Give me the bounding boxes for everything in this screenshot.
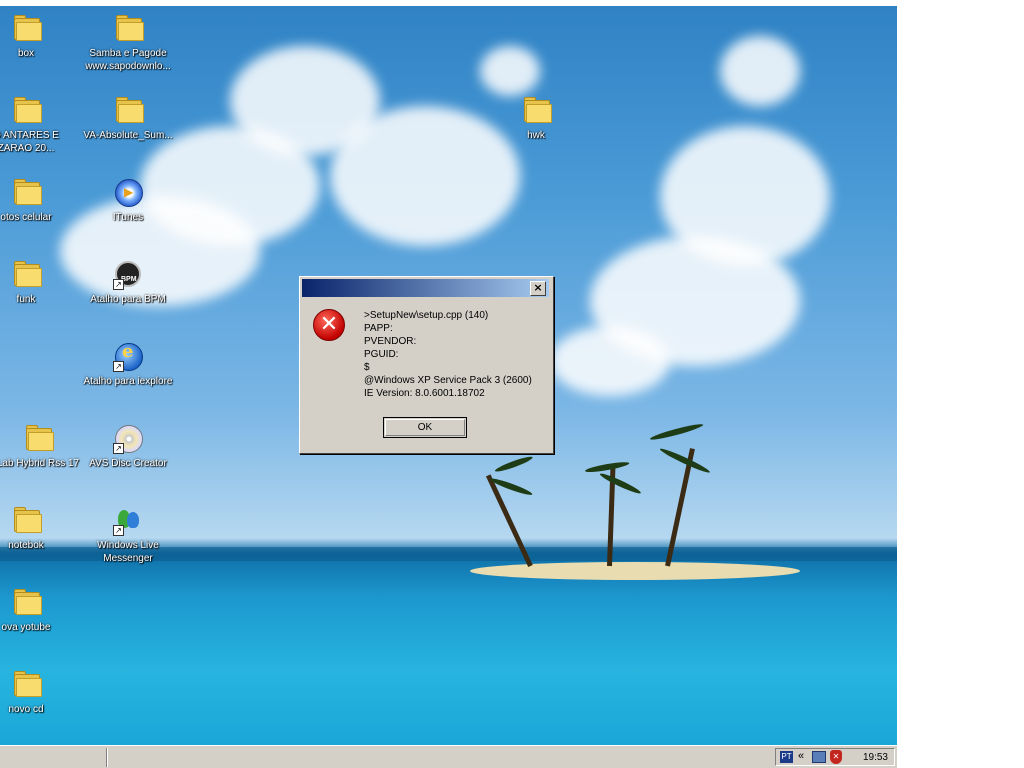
ok-button-label: OK xyxy=(417,422,433,433)
desktop-icon-messenger[interactable]: ↗ Windows Live Messenger xyxy=(78,504,178,565)
icon-label: novo cd xyxy=(8,704,44,715)
folder-icon xyxy=(10,258,42,290)
desktop-icon-samba[interactable]: Samba e Pagode www.sapodownlo... xyxy=(78,12,178,73)
icon-label: Samba e Pagode www.sapodownlo... xyxy=(85,48,171,72)
tray-expand-button[interactable]: « xyxy=(798,750,804,762)
itunes-icon: ▶ xyxy=(112,176,144,208)
icon-label: Atalho para iexplore xyxy=(83,376,173,387)
icon-label: O ANTARES E ZARAO 20... xyxy=(0,130,59,154)
palm-leaf xyxy=(598,471,643,496)
messenger-icon: ↗ xyxy=(112,504,144,536)
icon-label: ova yotube xyxy=(1,622,51,633)
desktop-icon-va-absolute[interactable]: VA-Absolute_Sum... xyxy=(78,94,178,142)
clock[interactable]: 19:53 xyxy=(863,751,888,764)
message-line: IE Version: 8.0.6001.18702 xyxy=(364,388,485,399)
ie-icon: e ↗ xyxy=(112,340,144,372)
shortcut-arrow-icon: ↗ xyxy=(113,361,124,372)
cloud xyxy=(550,326,670,396)
icon-label: Lab Hybrid Rss 17 xyxy=(0,458,80,469)
desktop-icon-hwk[interactable]: hwk xyxy=(486,94,586,142)
desktop-icon-notebok[interactable]: notebok xyxy=(0,504,76,552)
message-line: >SetupNew\setup.cpp (140) xyxy=(364,310,489,321)
close-button[interactable]: × xyxy=(530,281,546,296)
desktop-icon-avs-disc[interactable]: ↗ AVS Disc Creator xyxy=(78,422,178,470)
cloud xyxy=(720,36,800,106)
language-indicator[interactable]: PT xyxy=(780,751,793,763)
icon-label: funk xyxy=(16,294,36,305)
shortcut-arrow-icon: ↗ xyxy=(113,525,124,536)
desktop-icon-antares[interactable]: O ANTARES E ZARAO 20... xyxy=(0,94,76,155)
desktop-icon-box[interactable]: box xyxy=(0,12,76,60)
dialog-message: >SetupNew\setup.cpp (140) PAPP: PVENDOR:… xyxy=(364,309,549,400)
desktop-icon-iexplore[interactable]: e ↗ Atalho para iexplore xyxy=(78,340,178,388)
icon-label: AVS Disc Creator xyxy=(89,458,167,469)
desktop-icon-lab-hybrid[interactable]: Lab Hybrid Rss 17 xyxy=(0,422,88,470)
desktop-icon-nova-yotube[interactable]: ova yotube xyxy=(0,586,76,634)
error-icon: ✕ xyxy=(313,309,345,341)
shortcut-arrow-icon: ↗ xyxy=(113,279,124,290)
message-line: PAPP: xyxy=(364,323,393,334)
shortcut-arrow-icon: ↗ xyxy=(113,443,124,454)
folder-icon xyxy=(10,668,42,700)
desktop-icon-itunes[interactable]: ▶ ITunes xyxy=(78,176,178,224)
desktop-icon-fotos-celular[interactable]: otos celular xyxy=(0,176,76,224)
start-button[interactable] xyxy=(0,748,107,767)
island xyxy=(470,562,800,580)
desktop-icon-novo-cd[interactable]: novo cd xyxy=(0,668,76,716)
icon-label: Windows Live Messenger xyxy=(97,540,159,564)
network-icon[interactable] xyxy=(812,751,826,763)
icon-label: box xyxy=(17,48,35,59)
cloud xyxy=(480,46,540,96)
folder-icon xyxy=(520,94,552,126)
message-line: $ xyxy=(364,362,370,373)
palm-leaf xyxy=(649,421,704,442)
folder-icon xyxy=(22,422,54,454)
disc-icon: ↗ xyxy=(112,422,144,454)
system-tray: PT « ✕ 19:53 xyxy=(775,748,895,766)
icon-label: notebok xyxy=(8,540,44,551)
icon-label: VA-Absolute_Sum... xyxy=(83,130,173,141)
icon-label: Atalho para BPM xyxy=(90,294,166,305)
message-line: PVENDOR: xyxy=(364,336,417,347)
dialog-titlebar[interactable]: × xyxy=(302,279,549,297)
desktop-icon-funk[interactable]: funk xyxy=(0,258,76,306)
icon-label: otos celular xyxy=(0,212,52,223)
palm-leaf xyxy=(493,454,534,474)
taskbar: PT « ✕ 19:53 xyxy=(0,745,897,768)
message-line: @Windows XP Service Pack 3 (2600) xyxy=(364,375,532,386)
palm-leaf xyxy=(584,460,630,474)
folder-icon xyxy=(10,586,42,618)
bpm-icon: BPM ↗ xyxy=(112,258,144,290)
message-line: PGUID: xyxy=(364,349,399,360)
folder-icon xyxy=(10,94,42,126)
folder-icon xyxy=(10,504,42,536)
security-shield-icon[interactable]: ✕ xyxy=(830,750,842,764)
desktop-icon-bpm[interactable]: BPM ↗ Atalho para BPM xyxy=(78,258,178,306)
folder-icon xyxy=(112,12,144,44)
icon-label: ITunes xyxy=(112,212,144,223)
folder-icon xyxy=(112,94,144,126)
icon-label: hwk xyxy=(527,130,545,141)
folder-icon xyxy=(10,12,42,44)
ok-button[interactable]: OK xyxy=(383,417,467,438)
folder-icon xyxy=(10,176,42,208)
error-dialog: × ✕ >SetupNew\setup.cpp (140) PAPP: PVEN… xyxy=(299,276,554,454)
